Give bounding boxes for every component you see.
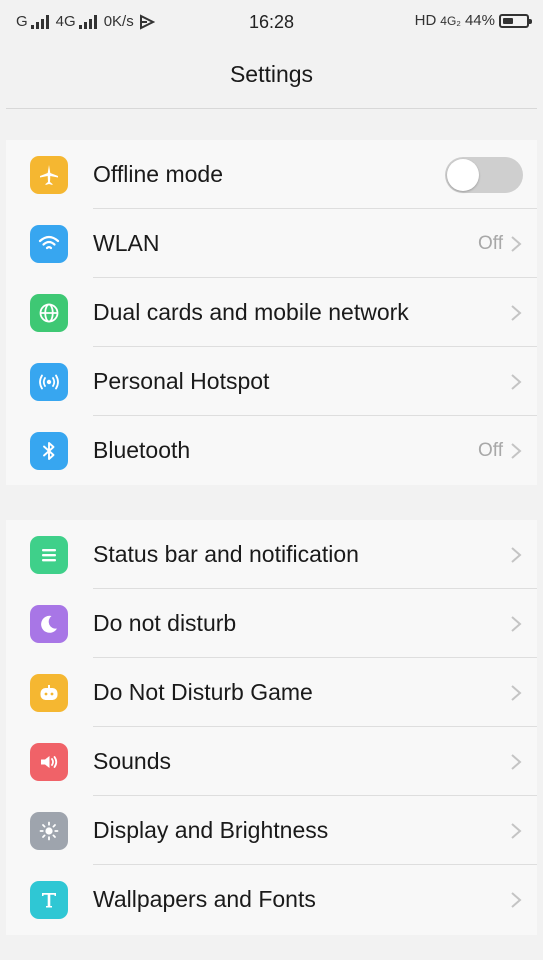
setting-row-personal-hotspot[interactable]: Personal Hotspot bbox=[6, 347, 537, 416]
setting-value: Off bbox=[478, 233, 503, 254]
setting-row-status-bar[interactable]: Status bar and notification bbox=[6, 520, 537, 589]
wifi-icon bbox=[30, 225, 68, 263]
setting-row-wlan[interactable]: WLAN Off bbox=[6, 209, 537, 278]
status-right: HD 4G₂ 44% bbox=[414, 12, 532, 29]
list-icon bbox=[30, 536, 68, 574]
setting-label: Display and Brightness bbox=[93, 817, 329, 843]
chevron-right-icon bbox=[511, 823, 522, 839]
chevron-right-icon bbox=[511, 236, 522, 252]
sun-icon bbox=[30, 812, 68, 850]
page-title: Settings bbox=[229, 61, 314, 87]
game-icon bbox=[30, 674, 68, 712]
moon-icon bbox=[30, 605, 68, 643]
globe-icon bbox=[30, 294, 68, 332]
setting-row-do-not-disturb[interactable]: Do not disturb bbox=[6, 589, 537, 658]
personalization-settings-group: Status bar and notification Do not distu… bbox=[6, 520, 537, 935]
chevron-right-icon bbox=[511, 616, 522, 632]
setting-label: Personal Hotspot bbox=[93, 368, 270, 394]
chevron-right-icon bbox=[511, 305, 522, 321]
chevron-right-icon bbox=[511, 374, 522, 390]
status-bar: G 4G 0K/s 16:28 HD 4G₂ 44% bbox=[6, 0, 537, 44]
setting-label: Status bar and notification bbox=[93, 541, 359, 567]
setting-label: WLAN bbox=[93, 230, 160, 256]
battery-icon bbox=[499, 13, 532, 28]
bluetooth-icon bbox=[30, 432, 68, 470]
airplane-icon bbox=[30, 156, 68, 194]
font-icon bbox=[30, 881, 68, 919]
offline-mode-toggle[interactable] bbox=[445, 157, 523, 193]
chevron-right-icon bbox=[511, 754, 522, 770]
speaker-icon bbox=[30, 743, 68, 781]
setting-row-sounds[interactable]: Sounds bbox=[6, 727, 537, 796]
chevron-right-icon bbox=[511, 443, 522, 459]
settings-screen: G 4G 0K/s 16:28 HD 4G₂ 44% Settings Offl… bbox=[0, 0, 543, 960]
hotspot-icon bbox=[30, 363, 68, 401]
setting-label: Do not disturb bbox=[93, 610, 237, 636]
hd-label: HD bbox=[414, 12, 437, 29]
setting-row-wallpapers-fonts[interactable]: Wallpapers and Fonts bbox=[6, 865, 537, 934]
setting-label: Dual cards and mobile network bbox=[93, 299, 409, 325]
toggle-knob bbox=[447, 159, 479, 191]
setting-row-bluetooth[interactable]: Bluetooth Off bbox=[6, 416, 537, 485]
header: Settings bbox=[6, 44, 537, 109]
setting-label: Sounds bbox=[93, 748, 172, 774]
network-type: 4G₂ bbox=[440, 13, 461, 28]
setting-row-display-brightness[interactable]: Display and Brightness bbox=[6, 796, 537, 865]
setting-value: Off bbox=[478, 440, 503, 461]
chevron-right-icon bbox=[511, 892, 522, 908]
setting-label: Wallpapers and Fonts bbox=[93, 886, 316, 912]
network-settings-group: Offline mode WLAN Off Dual cards and mob… bbox=[6, 140, 537, 485]
setting-label: Do Not Disturb Game bbox=[93, 679, 313, 705]
setting-row-dual-cards[interactable]: Dual cards and mobile network bbox=[6, 278, 537, 347]
chevron-right-icon bbox=[511, 547, 522, 563]
setting-label: Offline mode bbox=[93, 161, 223, 187]
setting-row-offline-mode[interactable]: Offline mode bbox=[6, 140, 537, 209]
setting-row-do-not-disturb-game[interactable]: Do Not Disturb Game bbox=[6, 658, 537, 727]
chevron-right-icon bbox=[511, 685, 522, 701]
setting-label: Bluetooth bbox=[93, 437, 191, 463]
battery-percent: 44% bbox=[464, 12, 495, 29]
